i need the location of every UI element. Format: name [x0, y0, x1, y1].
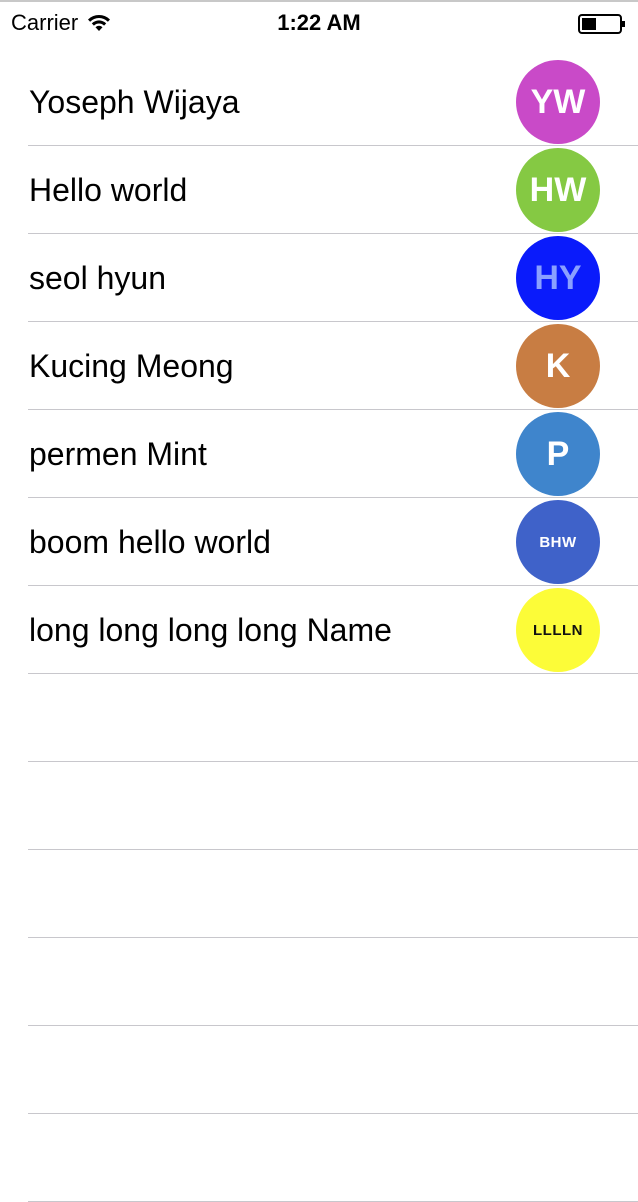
- empty-row: [0, 1026, 638, 1114]
- empty-row: [0, 1114, 638, 1202]
- avatar: YW: [516, 60, 600, 144]
- avatar: HW: [516, 148, 600, 232]
- contact-name: Kucing Meong: [29, 348, 234, 384]
- contact-name: Yoseph Wijaya: [29, 84, 240, 120]
- contact-row[interactable]: Kucing Meong K: [0, 322, 638, 410]
- avatar: HY: [516, 236, 600, 320]
- contact-name: long long long long Name: [29, 612, 392, 648]
- empty-row: [0, 762, 638, 850]
- contact-name: Hello world: [29, 172, 188, 208]
- empty-row: [0, 938, 638, 1026]
- empty-row: [0, 674, 638, 762]
- contact-row[interactable]: Yoseph Wijaya YW: [0, 58, 638, 146]
- empty-row: [0, 850, 638, 938]
- contact-row[interactable]: long long long long Name LLLLN: [0, 586, 638, 674]
- contact-row[interactable]: boom hello world BHW: [0, 498, 638, 586]
- status-time: 1:22 AM: [277, 10, 361, 35]
- avatar: LLLLN: [516, 588, 600, 672]
- avatar: K: [516, 324, 600, 408]
- avatar: BHW: [516, 500, 600, 584]
- battery-icon: [578, 14, 625, 34]
- contact-row[interactable]: Hello world HW: [0, 146, 638, 234]
- contact-row[interactable]: permen Mint P: [0, 410, 638, 498]
- contact-name: permen Mint: [29, 436, 207, 472]
- contact-row[interactable]: seol hyun HY: [0, 234, 638, 322]
- contact-name: seol hyun: [29, 260, 166, 296]
- status-bar: Carrier 1:22 AM: [0, 0, 638, 40]
- contact-list: Yoseph Wijaya YW Hello world HW seol hyu…: [0, 58, 638, 1202]
- avatar: P: [516, 412, 600, 496]
- contact-name: boom hello world: [29, 524, 271, 560]
